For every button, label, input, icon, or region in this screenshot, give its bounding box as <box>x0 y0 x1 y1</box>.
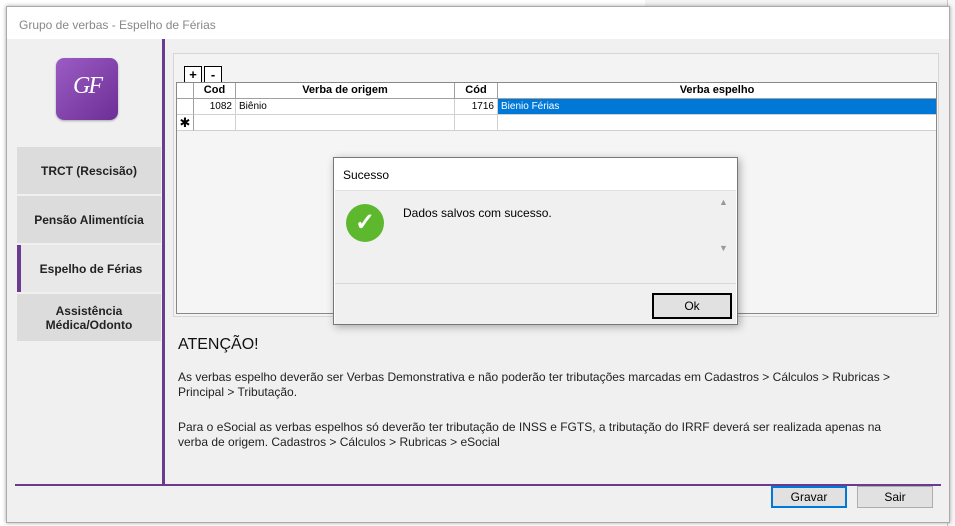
new-row-cell[interactable] <box>236 115 455 131</box>
dialog-scrollbar[interactable]: ▲ ▼ <box>718 197 730 259</box>
scroll-up-icon[interactable]: ▲ <box>719 197 728 207</box>
dialog-message: Dados salvos com sucesso. <box>403 206 552 220</box>
dialog-title: Sucesso <box>343 168 390 182</box>
new-row-cell[interactable] <box>194 115 236 131</box>
cell-cod-origem[interactable]: 1082 <box>194 99 236 115</box>
cell-verba-espelho[interactable]: Bienio Férias <box>498 99 936 115</box>
dialog-body: ✓ Dados salvos com sucesso. ▲ ▼ <box>335 190 736 283</box>
success-dialog: Sucesso ✓ Dados salvos com sucesso. ▲ ▼ … <box>333 157 738 325</box>
exit-button[interactable]: Sair <box>857 486 933 508</box>
sidebar-item-trct[interactable]: TRCT (Rescisão) <box>17 147 161 194</box>
scroll-down-icon[interactable]: ▼ <box>719 243 728 253</box>
logo-text: GF <box>73 73 103 99</box>
new-row-cell[interactable] <box>455 115 498 131</box>
attention-paragraph-1: As verbas espelho deverão ser Verbas Dem… <box>178 370 891 399</box>
sidebar-item-label: Pensão Alimentícia <box>34 212 144 227</box>
window-titlebar: Grupo de verbas - Espelho de Férias <box>7 7 949 39</box>
app-logo: GF <box>56 58 118 120</box>
sidebar-item-label: TRCT (Rescisão) <box>40 163 138 178</box>
attention-paragraph-2: Para o eSocial as verbas espelhos só dev… <box>178 420 882 449</box>
dialog-footer: Ok <box>335 283 736 324</box>
new-row-cell[interactable] <box>498 115 936 131</box>
sidebar: GF TRCT (Rescisão) Pensão Alimentícia Es… <box>15 39 161 484</box>
sidebar-item-label: Espelho de Férias <box>39 261 143 276</box>
column-header-verba-espelho[interactable]: Verba espelho <box>498 83 936 99</box>
sidebar-item-assistencia[interactable]: Assistência Médica/Odonto <box>17 294 161 341</box>
ok-button[interactable]: Ok <box>652 293 732 319</box>
cell-cod-espelho[interactable]: 1716 <box>455 99 498 115</box>
sidebar-item-pensao[interactable]: Pensão Alimentícia <box>17 196 161 243</box>
attention-title: ATENÇÃO! <box>178 336 259 353</box>
sidebar-item-label: Assistência Médica/Odonto <box>45 303 133 332</box>
column-header-verba-origem[interactable]: Verba de origem <box>236 83 455 99</box>
row-indicator[interactable] <box>177 99 194 115</box>
column-header-cod-espelho[interactable]: Cód <box>455 83 498 99</box>
row-indicator-header <box>177 83 194 99</box>
sidebar-item-espelho-ferias[interactable]: Espelho de Férias <box>17 245 161 292</box>
new-row-indicator[interactable]: ✱ <box>177 115 194 131</box>
success-check-icon: ✓ <box>346 204 384 242</box>
window-title: Grupo de verbas - Espelho de Férias <box>19 18 216 32</box>
cell-verba-origem[interactable]: Biênio <box>236 99 455 115</box>
save-button[interactable]: Gravar <box>771 486 847 508</box>
column-header-cod-origem[interactable]: Cod <box>194 83 236 99</box>
